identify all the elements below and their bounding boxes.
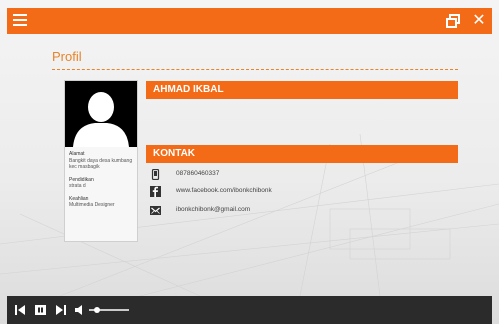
hamburger-icon[interactable] [13, 14, 27, 28]
profile-name: AHMAD IKBAL [153, 84, 224, 95]
close-icon[interactable]: ✕ [470, 11, 488, 31]
contact-header: KONTAK [146, 145, 458, 163]
volume-slider-knob[interactable] [94, 307, 100, 313]
contact-facebook[interactable]: www.facebook.com/ibonkchibonk [176, 187, 272, 194]
skip-forward-icon[interactable] [56, 305, 66, 315]
contact-phone: 087860460337 [176, 170, 220, 177]
title-bar: ✕ [7, 8, 492, 34]
avatar [65, 81, 137, 147]
profile-card: Alamat Bangkit daya desa kumbang kec mas… [64, 80, 138, 242]
facebook-icon [150, 186, 161, 197]
person-silhouette-icon [73, 92, 129, 147]
pause-icon[interactable] [35, 305, 46, 315]
window-restore-icon[interactable] [445, 13, 461, 29]
education-value: strata d [69, 183, 86, 189]
contact-email[interactable]: ibonkchibonk@gmail.com [176, 206, 250, 213]
profile-info: Alamat Bangkit daya desa kumbang kec mas… [69, 151, 135, 215]
app-window: ✕ Profil Alamat Bangkit daya desa kumban… [0, 0, 499, 324]
contact-section-title: KONTAK [153, 148, 196, 159]
volume-slider[interactable] [87, 304, 131, 316]
player-bar [7, 296, 492, 324]
skip-back-icon[interactable] [15, 305, 25, 315]
skill-value: Multimedia Designer [69, 202, 115, 208]
address-value: Bangkit daya desa kumbang kec masbagik [69, 157, 133, 171]
email-icon [150, 206, 161, 215]
volume-icon[interactable] [75, 305, 83, 315]
name-header: AHMAD IKBAL [146, 81, 458, 99]
page-title: Profil [52, 49, 82, 64]
phone-icon [151, 169, 160, 180]
title-divider [52, 69, 458, 70]
